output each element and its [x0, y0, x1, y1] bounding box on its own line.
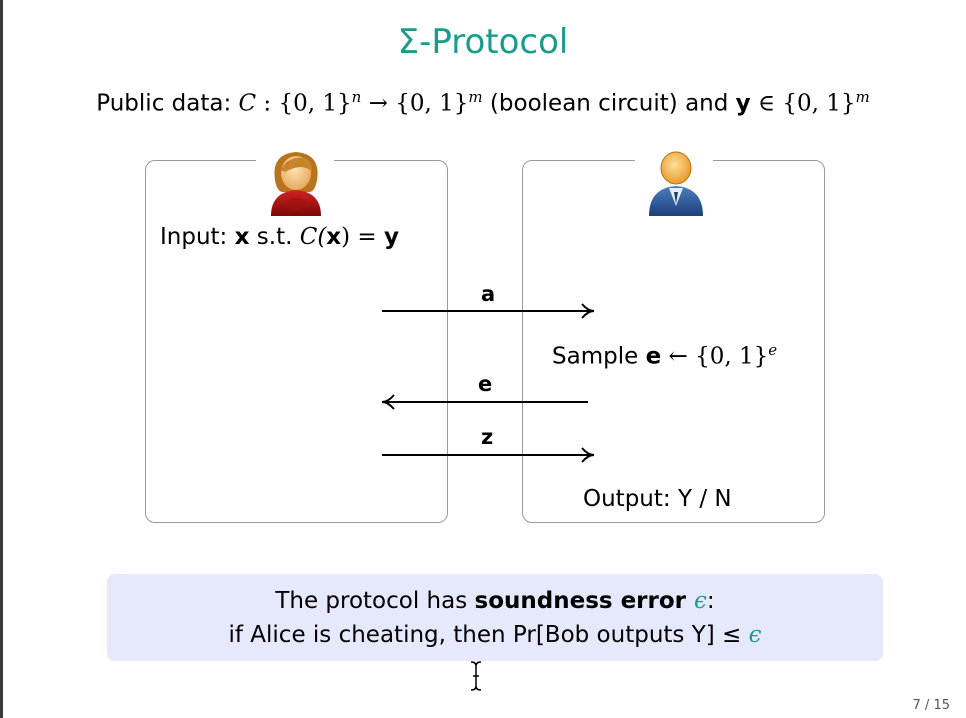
epsilon-symbol-2: ϵ: [748, 622, 762, 648]
page-number: 7 / 15: [912, 698, 950, 713]
message-z-label: z: [481, 425, 494, 449]
text-cursor-icon: [470, 661, 482, 691]
message-a-label: a: [481, 282, 496, 306]
message-e-label: e: [478, 372, 493, 396]
callout-line-2: if Alice is cheating, then Pr[Bob output…: [228, 622, 762, 648]
soundness-error-term: soundness error: [474, 588, 695, 614]
epsilon-symbol: ϵ: [694, 588, 707, 614]
callout-line-1: The protocol has soundness error ϵ:: [275, 588, 715, 614]
soundness-callout: The protocol has soundness error ϵ: if A…: [107, 574, 883, 661]
